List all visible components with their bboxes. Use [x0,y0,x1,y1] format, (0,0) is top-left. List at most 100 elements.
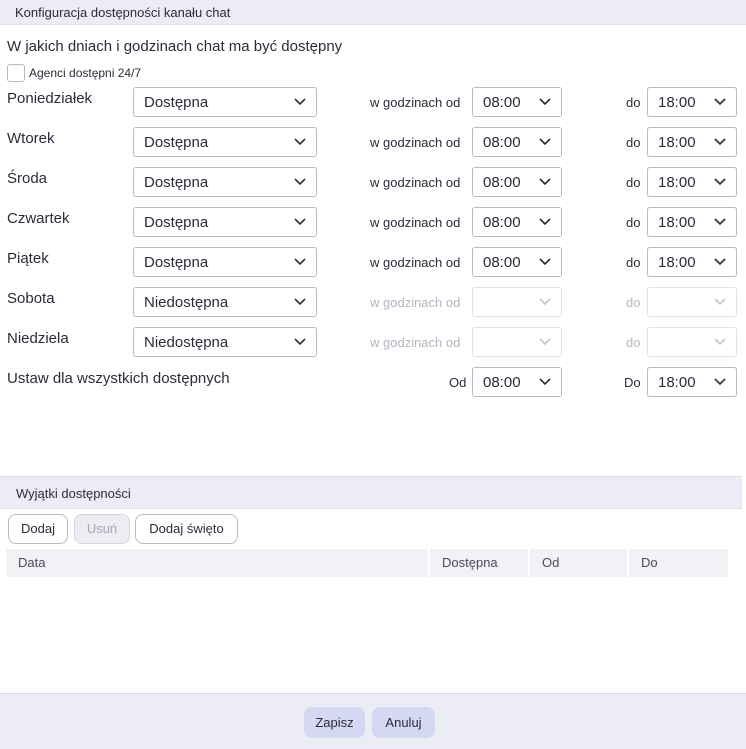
from-time-select[interactable]: 08:00 [472,127,562,157]
from-label: w godzinach od [370,255,461,270]
column-header-label: Dostępna [442,555,498,570]
column-header-available[interactable]: Dostępna [430,549,528,577]
day-status-select[interactable]: Dostępna [133,247,317,277]
to-label: do [626,175,641,190]
chevron-down-icon [539,338,551,346]
day-status-value: Dostępna [144,94,209,111]
day-name: Piątek [7,250,49,267]
chevron-down-icon [294,138,306,146]
from-label: w godzinach od [370,95,461,110]
from-time-select[interactable] [472,327,562,357]
to-label: do [626,135,641,150]
set-all-to-label: Do [624,375,641,390]
chevron-down-icon [539,98,551,106]
remove-exception-button[interactable]: Usuń [74,514,130,544]
day-status-select[interactable]: Dostępna [133,87,317,117]
day-status-select[interactable]: Dostępna [133,127,317,157]
set-all-from-label: Od [449,375,467,390]
from-time-select[interactable] [472,287,562,317]
to-time-select[interactable] [647,327,737,357]
day-status-select[interactable]: Dostępna [133,207,317,237]
chevron-down-icon [294,178,306,186]
from-time-value: 08:00 [483,214,521,231]
exceptions-header: Wyjątki dostępności [0,476,742,509]
set-all-to-select[interactable]: 18:00 [647,367,737,397]
chevron-down-icon [539,218,551,226]
to-label: do [626,95,641,110]
day-name: Czwartek [7,210,70,227]
chevron-down-icon [294,338,306,346]
from-label: w godzinach od [370,135,461,150]
day-name: Sobota [7,290,55,307]
from-label: w godzinach od [370,295,461,310]
to-time-value: 18:00 [658,94,696,111]
set-all-from-select[interactable]: 08:00 [472,367,562,397]
set-all-from-value: 08:00 [483,374,521,391]
to-time-select[interactable] [647,287,737,317]
agents-247-checkbox[interactable] [7,64,25,82]
exceptions-title: Wyjątki dostępności [16,486,131,501]
chevron-down-icon [539,298,551,306]
chevron-down-icon [714,338,726,346]
chevron-down-icon [539,138,551,146]
from-label: w godzinach od [370,335,461,350]
from-time-value: 08:00 [483,134,521,151]
chevron-down-icon [714,138,726,146]
day-status-value: Dostępna [144,174,209,191]
add-holiday-button[interactable]: Dodaj święto [135,514,238,544]
from-time-value: 08:00 [483,174,521,191]
chevron-down-icon [294,98,306,106]
to-time-select[interactable]: 18:00 [647,247,737,277]
to-time-select[interactable]: 18:00 [647,207,737,237]
day-status-value: Niedostępna [144,294,229,311]
from-time-select[interactable]: 08:00 [472,167,562,197]
add-exception-button[interactable]: Dodaj [8,514,68,544]
to-label: do [626,255,641,270]
agents-247-label: Agenci dostępni 24/7 [29,66,142,80]
to-label: do [626,215,641,230]
dialog-title: Konfiguracja dostępności kanału chat [15,5,231,20]
chevron-down-icon [539,178,551,186]
save-button[interactable]: Zapisz [304,707,365,738]
from-time-value: 08:00 [483,94,521,111]
day-status-value: Dostępna [144,214,209,231]
column-header-label: Od [542,555,560,570]
to-time-value: 18:00 [658,254,696,271]
day-name: Poniedziałek [7,90,93,107]
chevron-down-icon [294,258,306,266]
chevron-down-icon [294,298,306,306]
from-time-select[interactable]: 08:00 [472,87,562,117]
column-header-to[interactable]: Do [629,549,728,577]
column-header-date[interactable]: Data [6,549,428,577]
day-row: Sobota Niedostępna w godzinach od do [0,287,746,317]
day-status-select[interactable]: Dostępna [133,167,317,197]
to-time-select[interactable]: 18:00 [647,167,737,197]
to-time-value: 18:00 [658,134,696,151]
column-header-from[interactable]: Od [530,549,627,577]
availability-subtitle: W jakich dniach i godzinach chat ma być … [7,38,343,55]
to-time-value: 18:00 [658,174,696,191]
to-time-select[interactable]: 18:00 [647,87,737,117]
chevron-down-icon [714,98,726,106]
set-all-row: Ustaw dla wszystkich dostępnych Od 08:00… [0,367,746,397]
day-name: Wtorek [7,130,55,147]
column-header-label: Data [18,555,46,570]
day-row: Czwartek Dostępna w godzinach od 08:00 do 18:… [0,207,746,237]
to-label: do [626,335,641,350]
dialog-header: Konfiguracja dostępności kanału chat [0,0,746,25]
day-status-value: Dostępna [144,134,209,151]
cancel-button[interactable]: Anuluj [372,707,435,738]
to-label: do [626,295,641,310]
day-status-select[interactable]: Niedostępna [133,287,317,317]
chevron-down-icon [714,178,726,186]
to-time-select[interactable]: 18:00 [647,127,737,157]
dialog-footer: Zapisz Anuluj [0,693,746,749]
from-time-select[interactable]: 08:00 [472,207,562,237]
day-status-select[interactable]: Niedostępna [133,327,317,357]
from-time-select[interactable]: 08:00 [472,247,562,277]
day-row: Niedziela Niedostępna w godzinach od do [0,327,746,357]
column-header-label: Do [641,555,658,570]
day-row: Piątek Dostępna w godzinach od 08:00 do 18:00 [0,247,746,277]
from-time-value: 08:00 [483,254,521,271]
chevron-down-icon [539,378,551,386]
